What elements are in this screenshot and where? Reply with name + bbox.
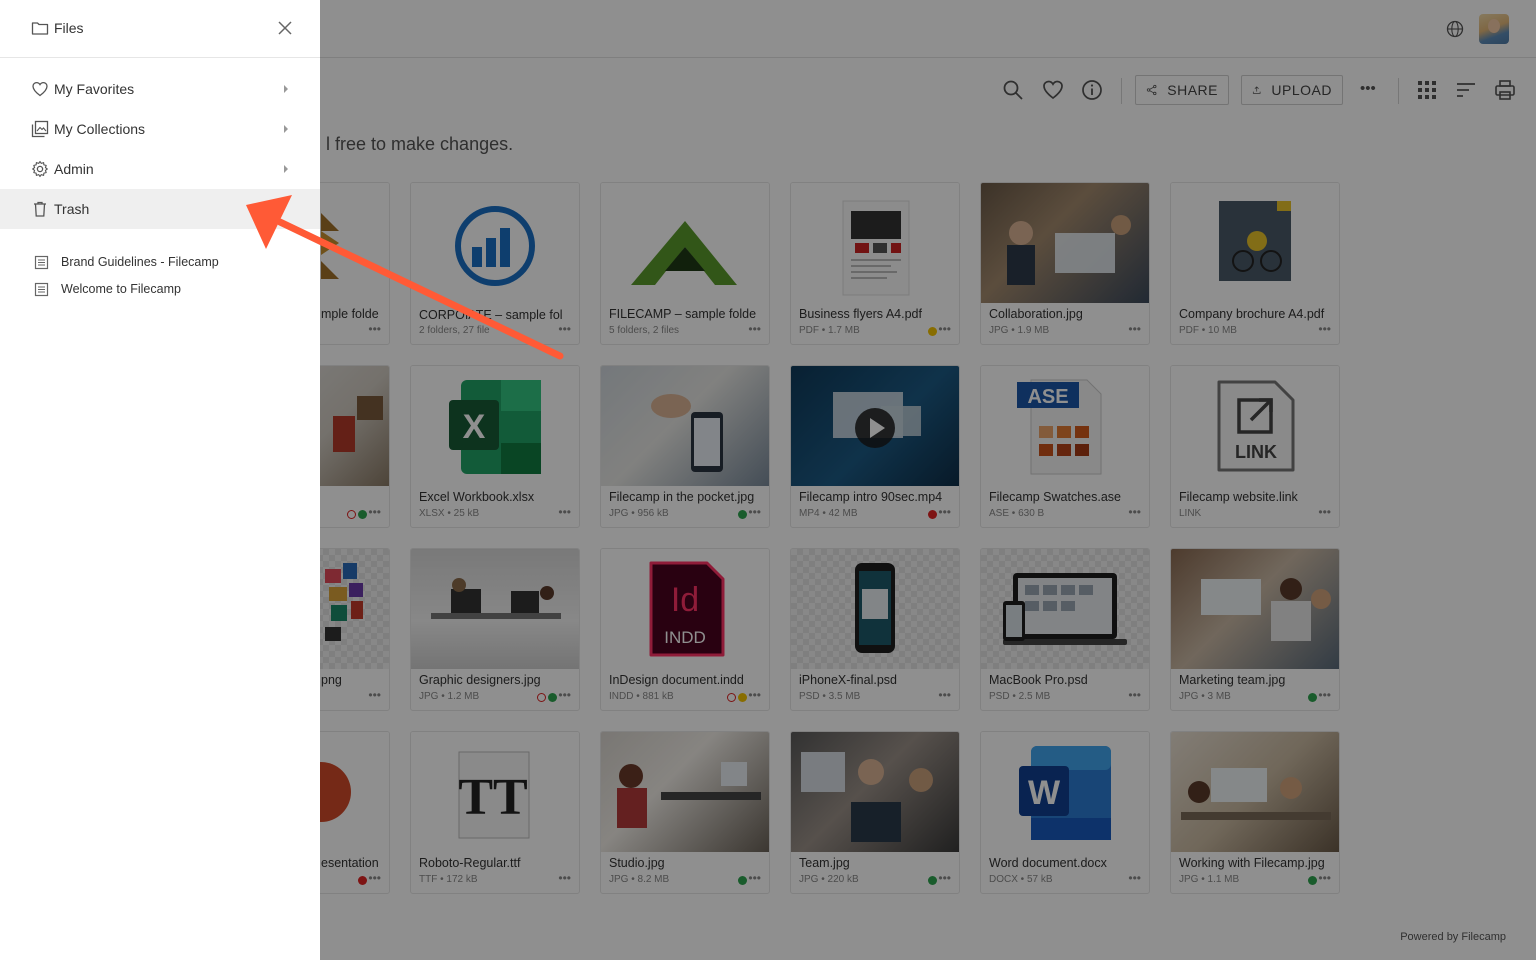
collections-icon <box>31 120 49 138</box>
drawer-title: Files <box>54 20 84 36</box>
page-link-welcome[interactable]: Welcome to Filecamp <box>0 276 320 302</box>
heart-icon <box>32 81 48 97</box>
nav-item-my-favorites[interactable]: My Favorites <box>0 69 320 109</box>
folder-icon <box>31 22 49 35</box>
page-link-brand-guidelines[interactable]: Brand Guidelines - Filecamp <box>0 249 320 275</box>
nav-item-my-collections[interactable]: My Collections <box>0 109 320 149</box>
chevron-right-icon <box>284 125 288 133</box>
nav-item-label: My Favorites <box>54 81 135 97</box>
nav-item-label: Admin <box>54 161 94 177</box>
nav-item-label: My Collections <box>54 121 146 137</box>
page-link-label: Welcome to Filecamp <box>61 282 181 296</box>
document-icon <box>34 282 49 297</box>
document-icon <box>34 255 49 270</box>
nav-item-admin[interactable]: Admin <box>0 149 320 189</box>
trash-icon <box>34 201 46 217</box>
gear-icon <box>32 160 48 178</box>
chevron-right-icon <box>284 165 288 173</box>
close-icon[interactable] <box>276 19 294 37</box>
nav-item-trash[interactable]: Trash <box>0 189 320 229</box>
page-link-label: Brand Guidelines - Filecamp <box>61 255 219 269</box>
nav-item-label: Trash <box>54 201 90 217</box>
side-drawer: Files My Favorites My Collections Admin … <box>0 0 320 960</box>
drawer-header: Files <box>0 0 320 58</box>
chevron-right-icon <box>284 85 288 93</box>
